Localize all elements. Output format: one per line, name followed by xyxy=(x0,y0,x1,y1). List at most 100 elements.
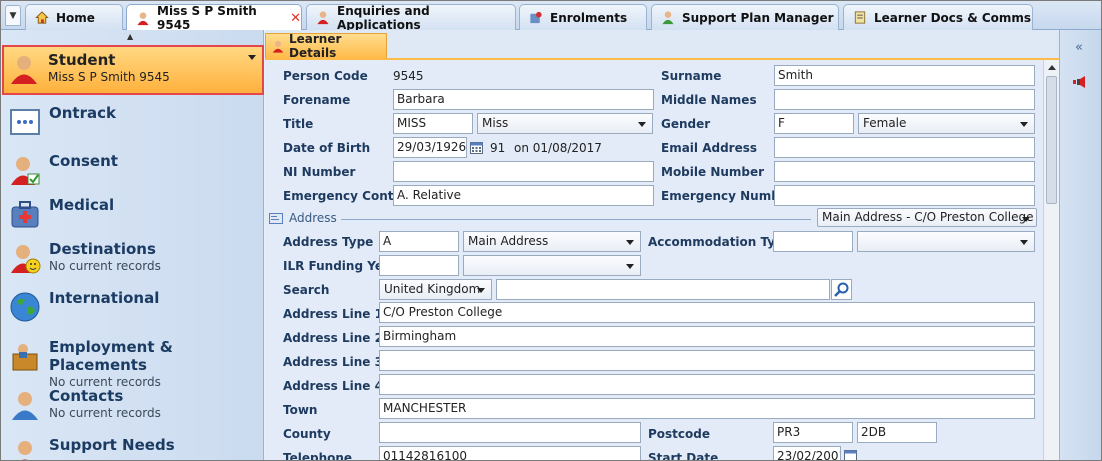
sidebar-item-sub: No current records xyxy=(49,259,161,273)
employment-icon xyxy=(12,344,38,371)
person-code-label: Person Code xyxy=(283,69,368,83)
ilr-code-field[interactable] xyxy=(379,255,459,276)
alert-speaker-icon[interactable] xyxy=(1072,75,1088,89)
ilr-select[interactable] xyxy=(463,255,641,276)
sidebar-item-label: Support Needs xyxy=(49,436,175,454)
county-field[interactable] xyxy=(379,422,641,443)
gender-label: Gender xyxy=(661,117,711,131)
close-icon[interactable]: ✕ xyxy=(290,11,301,26)
age-value: 91 xyxy=(490,141,506,155)
tab-learner-details[interactable]: Learner Details xyxy=(265,32,387,60)
ontrack-icon xyxy=(10,109,40,135)
address-type-label: Address Type xyxy=(283,235,374,249)
address-line-4-field[interactable] xyxy=(379,374,1035,395)
person-icon xyxy=(317,11,329,25)
support-needs-icon xyxy=(18,441,32,460)
calendar-icon[interactable] xyxy=(844,449,857,461)
start-date-field[interactable]: 23/02/2001 xyxy=(773,446,841,460)
address-search-input[interactable] xyxy=(496,279,830,300)
postcode-outward-field[interactable]: PR3 xyxy=(773,422,853,443)
accommodation-type-label: Accommodation Type xyxy=(648,235,792,249)
contacts-icon xyxy=(12,392,38,420)
tab-support-plan[interactable]: Support Plan Manager xyxy=(651,4,839,30)
scroll-thumb[interactable] xyxy=(1046,76,1057,204)
mobile-field[interactable] xyxy=(774,161,1035,182)
address-section-title: Address xyxy=(289,211,337,225)
emergency-contact-field[interactable]: A. Relative xyxy=(393,185,654,206)
address-line-1-label: Address Line 1 xyxy=(283,307,383,321)
expand-panel-icon[interactable]: « xyxy=(1075,40,1083,55)
right-side-panel: « xyxy=(1059,30,1101,460)
sidebar-item-label: International xyxy=(49,289,160,307)
address-line-3-label: Address Line 3 xyxy=(283,355,383,369)
support-plan-icon xyxy=(662,11,674,25)
sidebar-item-contacts[interactable]: Contacts No current records xyxy=(1,387,264,421)
collapse-up-icon[interactable]: ▲ xyxy=(127,32,133,41)
ni-number-field[interactable] xyxy=(393,161,654,182)
address-card-icon xyxy=(269,213,283,224)
sidebar-item-destinations[interactable]: Destinations No current records xyxy=(1,240,264,274)
person-code-value: 9545 xyxy=(393,69,424,83)
scroll-up-icon[interactable] xyxy=(1048,65,1056,70)
sidebar-item-ontrack[interactable]: Ontrack xyxy=(1,104,264,138)
form-scrollbar[interactable] xyxy=(1043,60,1059,460)
telephone-field[interactable]: 01142816100 xyxy=(379,446,641,460)
tab-menu-button[interactable]: ▼ xyxy=(5,5,21,26)
sidebar-item-student[interactable]: Student Miss S P Smith 9545 xyxy=(2,45,264,95)
sidebar-item-support-needs[interactable]: Support Needs xyxy=(1,436,264,460)
gender-select[interactable]: Female xyxy=(858,113,1035,134)
emergency-number-field[interactable] xyxy=(774,185,1035,206)
gender-code-field[interactable]: F xyxy=(774,113,854,134)
tab-learner-docs[interactable]: Learner Docs & Comms xyxy=(843,4,1033,30)
address-line-1-field[interactable]: C/O Preston College xyxy=(379,302,1035,323)
title-code-field[interactable]: MISS xyxy=(393,113,473,134)
sidebar-item-medical[interactable]: Medical xyxy=(1,196,264,230)
town-field[interactable]: MANCHESTER xyxy=(379,398,1035,419)
sidebar-item-label: Student xyxy=(48,51,116,69)
medical-kit-icon xyxy=(11,201,39,228)
dob-field[interactable]: 29/03/1926 xyxy=(393,137,467,158)
country-select[interactable]: United Kingdom xyxy=(379,279,492,300)
sidebar-item-label: Medical xyxy=(49,196,115,214)
tab-label: Miss S P Smith 9545 xyxy=(157,4,257,32)
tab-label: Learner Docs & Comms xyxy=(874,10,1032,25)
learner-details-form: Person Code 9545 Surname Smith Forename … xyxy=(265,60,1043,461)
accommodation-select[interactable] xyxy=(857,231,1035,252)
telephone-label: Telephone xyxy=(283,451,353,461)
ni-number-label: NI Number xyxy=(283,165,356,179)
postcode-inward-field[interactable]: 2DB xyxy=(857,422,937,443)
accommodation-code-field[interactable] xyxy=(773,231,853,252)
tab-enrolments[interactable]: Enrolments xyxy=(519,4,647,30)
person-icon xyxy=(272,40,284,53)
tab-student-record[interactable]: Miss S P Smith 9545 ✕ xyxy=(126,4,302,32)
address-type-code-field[interactable]: A xyxy=(379,231,459,252)
address-type-select[interactable]: Main Address xyxy=(463,231,641,252)
title-select[interactable]: Miss xyxy=(477,113,653,134)
email-field[interactable] xyxy=(774,137,1035,158)
sidebar-item-label: Employment & Placements xyxy=(49,338,173,374)
calendar-icon[interactable] xyxy=(470,141,483,154)
age-on-value: on 01/08/2017 xyxy=(514,141,602,155)
forename-field[interactable]: Barbara xyxy=(393,89,654,110)
tab-label: Support Plan Manager xyxy=(682,10,834,25)
mobile-label: Mobile Number xyxy=(661,165,765,179)
globe-icon xyxy=(10,292,40,322)
tab-label: Home xyxy=(56,10,95,25)
search-button[interactable] xyxy=(831,279,852,300)
sidebar-item-consent[interactable]: Consent xyxy=(1,152,264,186)
address-line-2-field[interactable]: Birmingham xyxy=(379,326,1035,347)
address-line-3-field[interactable] xyxy=(379,350,1035,371)
tab-enquiries[interactable]: Enquiries and Applications xyxy=(306,3,516,32)
tab-home[interactable]: Home xyxy=(25,4,123,30)
sidebar-item-label: Destinations xyxy=(49,240,156,258)
sidebar-item-employment[interactable]: Employment & Placements No current record… xyxy=(1,338,264,389)
person-icon xyxy=(137,11,149,25)
tab-label: Enquiries and Applications xyxy=(337,3,430,32)
surname-field[interactable]: Smith xyxy=(774,65,1035,86)
sidebar-item-international[interactable]: International xyxy=(1,289,264,323)
address-select[interactable]: Main Address - C/O Preston College xyxy=(817,208,1037,227)
dob-label: Date of Birth xyxy=(283,141,371,155)
county-label: County xyxy=(283,427,331,441)
middle-names-field[interactable] xyxy=(774,89,1035,110)
home-icon xyxy=(35,11,49,24)
